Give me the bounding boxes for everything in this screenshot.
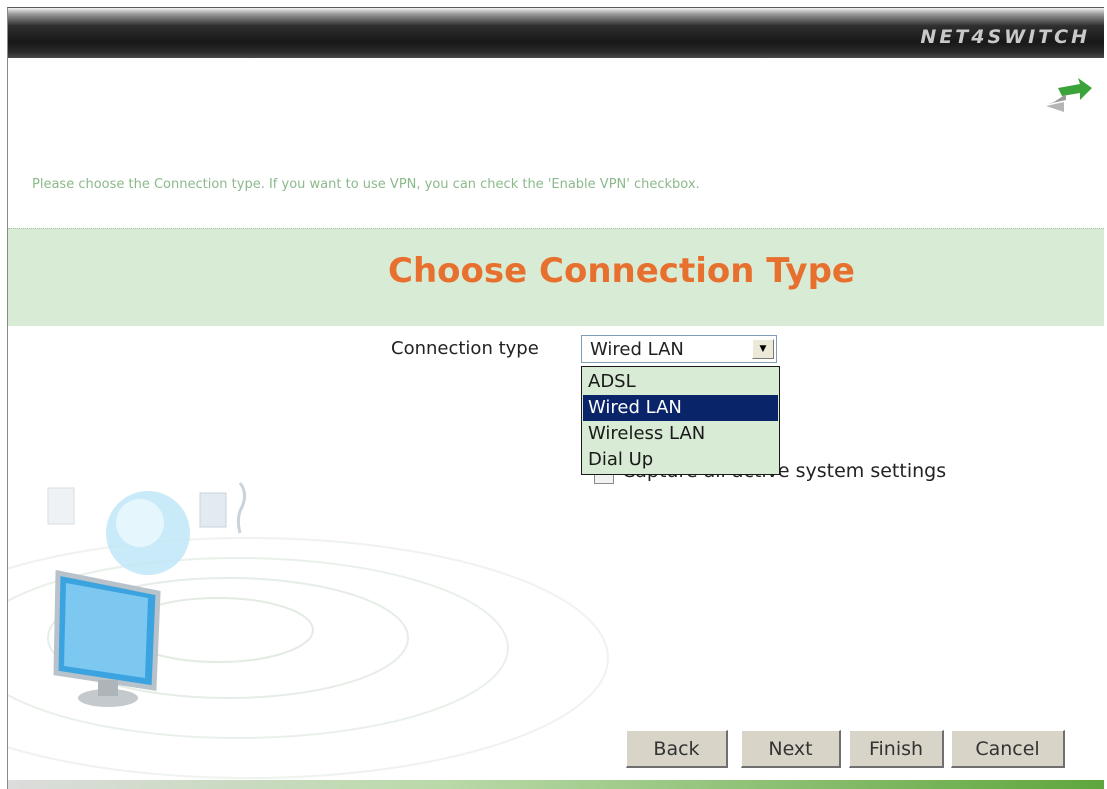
option-dial-up[interactable]: Dial Up — [583, 447, 778, 473]
section-banner: Choose Connection Type — [8, 228, 1104, 326]
wizard-window: NET4SWITCH Please choose the Connection … — [7, 7, 1104, 789]
finish-button[interactable]: Finish — [849, 730, 944, 768]
connection-type-dropdown: ADSL Wired LAN Wireless LAN Dial Up — [581, 366, 780, 475]
option-wireless-lan[interactable]: Wireless LAN — [583, 421, 778, 447]
cancel-button[interactable]: Cancel — [951, 730, 1065, 768]
instructions-text: Please choose the Connection type. If yo… — [32, 177, 700, 192]
switch-arrows-icon — [1046, 78, 1092, 112]
title-bar: NET4SWITCH — [8, 8, 1104, 58]
connection-type-value: Wired LAN — [590, 339, 684, 360]
option-wired-lan[interactable]: Wired LAN — [583, 395, 778, 421]
page-title: Choose Connection Type — [388, 251, 855, 291]
back-button[interactable]: Back — [626, 730, 728, 768]
brand-logo: NET4SWITCH — [920, 26, 1090, 48]
chevron-down-icon[interactable]: ▼ — [752, 339, 774, 359]
connection-type-select[interactable]: Wired LAN ▼ — [581, 335, 777, 363]
bottom-accent-bar — [8, 780, 1104, 789]
connection-type-label: Connection type — [391, 338, 539, 359]
next-button[interactable]: Next — [741, 730, 841, 768]
option-adsl[interactable]: ADSL — [583, 369, 778, 395]
